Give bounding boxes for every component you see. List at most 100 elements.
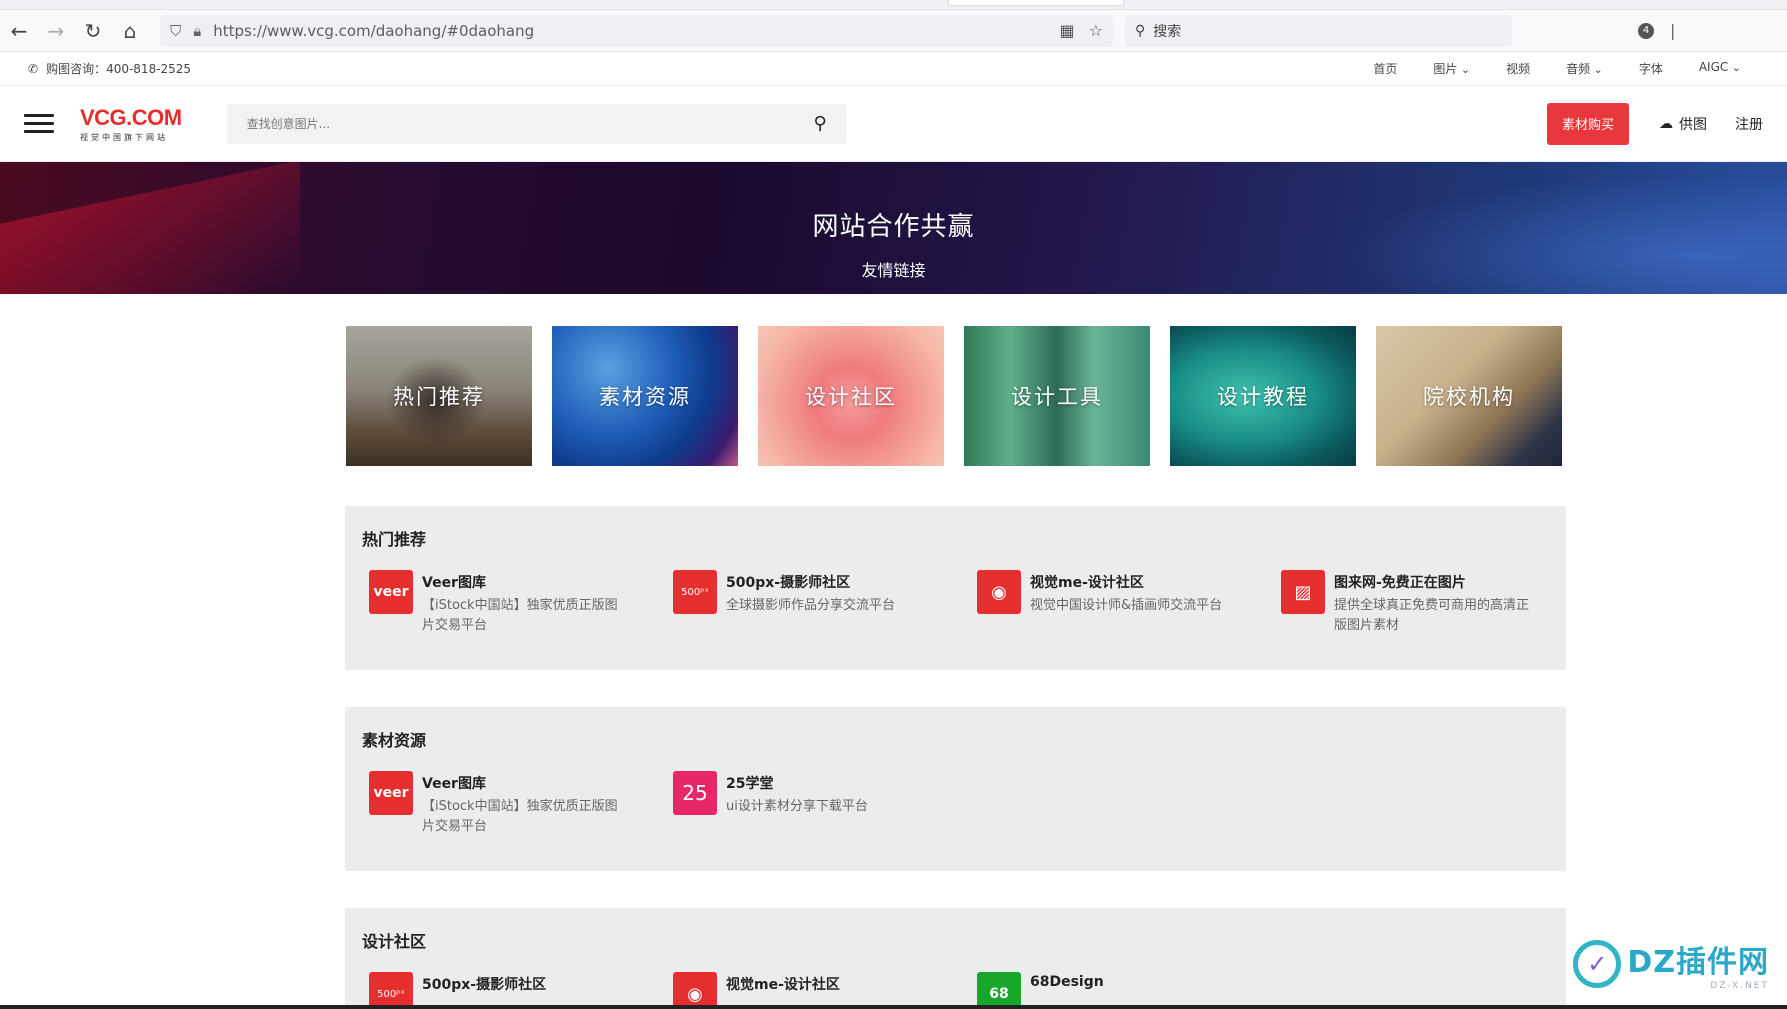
link-name[interactable]: 图来网-免费正在图片 [1334, 572, 1534, 592]
category-label: 设计工具 [1011, 385, 1103, 409]
link-item[interactable]: ◉ 视觉me-设计社区 [673, 972, 943, 1009]
section-title: 热门推荐 [362, 530, 427, 549]
search-icon[interactable]: ⚲ [813, 113, 826, 134]
link-name[interactable]: Veer图库 [422, 773, 622, 793]
bottom-edge [0, 1005, 1787, 1009]
section-hot: 热门推荐 veer Veer图库 【iStock中国站】独家优质正版图片交易平台… [345, 506, 1566, 670]
link-name[interactable]: 25学堂 [726, 773, 926, 793]
phone-icon: ✆ [28, 61, 39, 76]
url-text[interactable]: https://www.vcg.com/daohang/#0daohang [213, 22, 1059, 40]
tab-strip [0, 0, 1787, 10]
section-materials: 素材资源 veer Veer图库 【iStock中国站】独家优质正版图片交易平台… [345, 707, 1566, 871]
menu-fonts[interactable]: 字体 [1621, 60, 1681, 77]
link-name[interactable]: 68Design [1030, 974, 1104, 990]
link-item[interactable]: ◉ 视觉me-设计社区 视觉中国设计师&插画师交流平台 [977, 570, 1247, 616]
search-icon: ⚲ [1135, 22, 1146, 39]
screen: ← → ↻ ⌂ ⛉ 🔒︎ https://www.vcg.com/daohang… [0, 0, 1787, 1009]
category-institutions[interactable]: 院校机构 [1376, 326, 1562, 466]
category-label: 设计社区 [805, 385, 897, 409]
category-community[interactable]: 设计社区 [758, 326, 944, 466]
checkmark-icon: ✓ [1573, 940, 1622, 988]
link-desc: ui设计素材分享下载平台 [726, 799, 868, 814]
link-desc: 【iStock中国站】独家优质正版图片交易平台 [422, 598, 618, 633]
link-desc: 视觉中国设计师&插画师交流平台 [1030, 598, 1223, 613]
watermark-subtext: DZ-X.NET [1710, 981, 1769, 991]
link-name[interactable]: 500px-摄影师社区 [422, 974, 546, 994]
link-name[interactable]: 500px-摄影师社区 [726, 572, 946, 592]
bookmark-star-icon[interactable]: ☆ [1089, 21, 1103, 40]
supply-link[interactable]: ☁ 供图 [1659, 114, 1707, 134]
section-community: 设计社区 500ᵖˣ 500px-摄影师社区 ◉ 视觉me-设计社区 68 68… [345, 908, 1566, 1009]
address-bar[interactable]: ⛉ 🔒︎ https://www.vcg.com/daohang/#0daoha… [160, 14, 1113, 47]
banner-subtitle: 友情链接 [861, 261, 926, 280]
link-item[interactable]: 68 68Design [977, 972, 1247, 1009]
logo-main: VCG.COM [80, 104, 182, 130]
category-label: 热门推荐 [393, 385, 485, 409]
link-item[interactable]: 25 25学堂 ui设计素材分享下载平台 [673, 771, 943, 817]
banner-title: 网站合作共赢 [812, 212, 975, 242]
section-title: 设计社区 [362, 932, 427, 951]
watermark-logo: ✓ DZ插件网 DZ-X.NET [1573, 937, 1769, 991]
hamburger-menu-icon[interactable] [24, 114, 54, 133]
phone-text: 购图咨询：400-818-2525 [46, 62, 192, 76]
link-name[interactable]: 视觉me-设计社区 [726, 974, 840, 994]
link-item[interactable]: 500ᵖˣ 500px-摄影师社区 [369, 972, 639, 1009]
link-name[interactable]: Veer图库 [422, 572, 622, 592]
shield-icon[interactable]: ⛉ [170, 22, 181, 40]
logo-sub: 视觉中国旗下网站 [80, 132, 168, 142]
active-tab[interactable] [948, 0, 1124, 6]
buy-material-button[interactable]: 素材购买 [1547, 102, 1629, 145]
extension-badge[interactable]: 4 [1638, 22, 1654, 39]
forward-icon[interactable]: → [38, 15, 74, 47]
25-icon: 25 [673, 771, 717, 815]
category-label: 设计教程 [1217, 385, 1309, 409]
back-icon[interactable]: ← [1, 15, 37, 47]
link-desc: 全球摄影师作品分享交流平台 [726, 598, 896, 613]
reload-icon[interactable]: ↻ [75, 15, 111, 47]
link-name[interactable]: 视觉me-设计社区 [1030, 572, 1230, 592]
site-logo[interactable]: VCG.COM 视觉中国旗下网站 [80, 105, 182, 143]
menu-aigc[interactable]: AIGC [1681, 60, 1759, 77]
overflow-menu-icon[interactable]: | [1670, 21, 1675, 40]
category-label: 素材资源 [599, 385, 691, 409]
top-menu: 首页 图片 视频 音频 字体 AIGC [1355, 60, 1759, 77]
category-tools[interactable]: 设计工具 [964, 326, 1150, 466]
section-title: 素材资源 [362, 731, 427, 750]
menu-video[interactable]: 视频 [1488, 60, 1548, 77]
link-item[interactable]: 500ᵖˣ 500px-摄影师社区 全球摄影师作品分享交流平台 [673, 570, 943, 616]
site-search-input[interactable]: 查找创意图片... ⚲ [226, 103, 847, 144]
site-header: VCG.COM 视觉中国旗下网站 查找创意图片... ⚲ 素材购买 ☁ 供图 注… [0, 86, 1787, 162]
menu-home[interactable]: 首页 [1355, 60, 1415, 77]
site-search-placeholder: 查找创意图片... [246, 117, 331, 131]
link-item[interactable]: ▨ 图来网-免费正在图片 提供全球真正免费可商用的高清正版图片素材 [1281, 570, 1551, 636]
browser-window: ← → ↻ ⌂ ⛉ 🔒︎ https://www.vcg.com/daohang… [0, 0, 1787, 1009]
link-item[interactable]: veer Veer图库 【iStock中国站】独家优质正版图片交易平台 [369, 570, 639, 636]
info-bar: ✆ 购图咨询：400-818-2525 首页 图片 视频 音频 字体 AIGC [0, 52, 1787, 86]
browser-toolbar: ← → ↻ ⌂ ⛉ 🔒︎ https://www.vcg.com/daohang… [0, 10, 1787, 52]
category-materials[interactable]: 素材资源 [552, 326, 738, 466]
category-tutorials[interactable]: 设计教程 [1170, 326, 1356, 466]
home-icon[interactable]: ⌂ [112, 15, 148, 47]
hero-banner: 网站合作共赢 友情链接 [0, 162, 1787, 294]
category-label: 院校机构 [1423, 385, 1515, 409]
browser-search-placeholder: 搜索 [1153, 23, 1182, 40]
500px-icon: 500ᵖˣ [673, 570, 717, 614]
watermark-text: DZ插件网 [1627, 945, 1769, 980]
category-cards: 热门推荐 素材资源 设计社区 设计工具 设计教程 院校机构 [346, 326, 1562, 466]
lock-icon[interactable]: 🔒︎ [193, 22, 201, 40]
eye-icon: ◉ [673, 972, 717, 1009]
link-desc: 提供全球真正免费可商用的高清正版图片素材 [1334, 598, 1530, 633]
menu-images[interactable]: 图片 [1415, 60, 1488, 77]
68design-icon: 68 [977, 972, 1021, 1009]
eye-icon: ◉ [977, 570, 1021, 614]
picture-icon: ▨ [1281, 570, 1325, 614]
menu-audio[interactable]: 音频 [1548, 60, 1621, 77]
supply-label: 供图 [1679, 116, 1707, 133]
qr-code-icon[interactable]: ▦ [1060, 21, 1075, 40]
link-item[interactable]: veer Veer图库 【iStock中国站】独家优质正版图片交易平台 [369, 771, 639, 837]
veer-icon: veer [369, 570, 413, 614]
category-hot[interactable]: 热门推荐 [346, 326, 532, 466]
register-link[interactable]: 注册 [1735, 114, 1763, 134]
veer-icon: veer [369, 771, 413, 815]
browser-search-bar[interactable]: ⚲ 搜索 [1125, 14, 1512, 47]
